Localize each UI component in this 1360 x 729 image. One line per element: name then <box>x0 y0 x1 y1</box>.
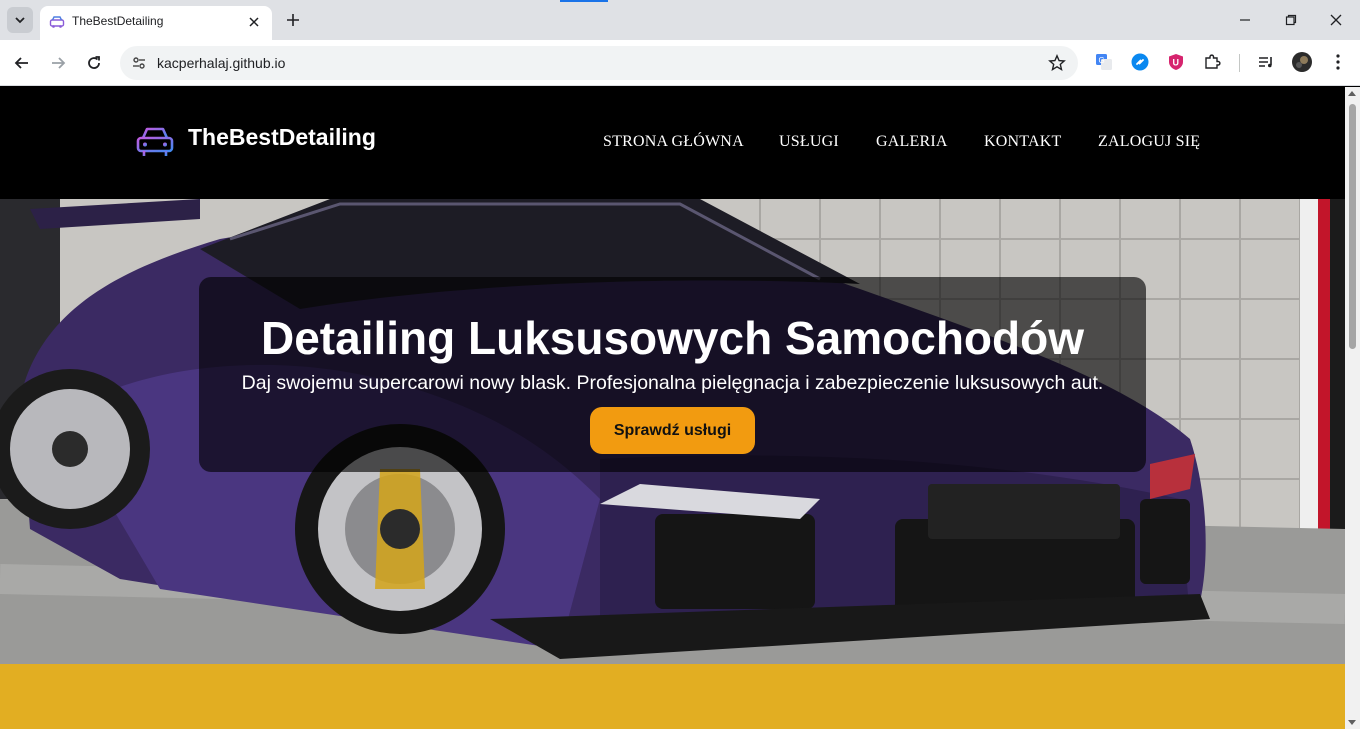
chevron-down-icon <box>15 17 25 24</box>
hero-subtitle: Daj swojemu supercarowi nowy blask. Prof… <box>241 372 1104 394</box>
browser-toolbar: kacperhalaj.github.io G U <box>0 40 1360 86</box>
translate-icon: G <box>1096 54 1112 70</box>
restore-button[interactable] <box>1277 6 1305 34</box>
services-section-band <box>0 664 1345 729</box>
chrome-menu-button[interactable] <box>1328 52 1348 72</box>
web-page: TheBestDetailing STRONA GŁÓWNA USŁUGI GA… <box>0 87 1345 729</box>
scroll-thumb[interactable] <box>1349 104 1356 349</box>
car-favicon-icon <box>49 16 65 28</box>
arrow-left-icon <box>14 57 28 69</box>
nav-services-link[interactable]: USŁUGI <box>779 133 839 151</box>
bookmark-star-icon[interactable] <box>1048 54 1066 72</box>
hero-title: Detailing Luksusowych Samochodów <box>260 312 1084 364</box>
puzzle-icon <box>1205 54 1221 69</box>
svg-text:G: G <box>1099 56 1105 65</box>
avatar-icon <box>1292 52 1312 72</box>
toolbar-separator <box>1239 54 1240 72</box>
profile-avatar[interactable] <box>1292 52 1312 72</box>
svg-text:U: U <box>1173 58 1180 68</box>
nav-home-link[interactable]: STRONA GŁÓWNA <box>603 133 744 151</box>
reload-icon <box>88 56 100 69</box>
plus-icon <box>287 14 299 26</box>
shazam-icon <box>1131 53 1149 71</box>
kebab-menu-icon <box>1336 54 1340 70</box>
ublock-extension[interactable]: U <box>1166 52 1186 72</box>
nav-gallery-link[interactable]: GALERIA <box>876 133 948 151</box>
translate-extension[interactable]: G <box>1094 52 1114 72</box>
nav-login-link[interactable]: ZALOGUJ SIĘ <box>1098 133 1200 151</box>
tab-title: TheBestDetailing <box>72 14 164 28</box>
minimize-icon <box>1240 19 1250 21</box>
shield-icon: U <box>1169 54 1183 70</box>
forward-button[interactable] <box>44 49 72 77</box>
close-window-button[interactable] <box>1322 6 1350 34</box>
services-cta-button[interactable]: Sprawdź usługi <box>590 407 755 454</box>
hero-section: Detailing Luksusowych Samochodów Daj swo… <box>0 199 1345 664</box>
close-icon <box>1330 14 1342 26</box>
back-button[interactable] <box>8 49 36 77</box>
url-text: kacperhalaj.github.io <box>157 55 286 71</box>
address-bar[interactable]: kacperhalaj.github.io <box>120 46 1078 80</box>
tab-accent-line <box>560 0 608 2</box>
restore-icon <box>1285 14 1297 26</box>
scroll-down-arrow-icon[interactable] <box>1348 720 1356 725</box>
shazam-extension[interactable] <box>1130 52 1150 72</box>
reload-button[interactable] <box>80 49 108 77</box>
arrow-right-icon <box>52 57 66 69</box>
minimize-button[interactable] <box>1231 6 1259 34</box>
scroll-up-arrow-icon[interactable] <box>1348 91 1356 96</box>
site-settings-icon <box>133 57 145 69</box>
extensions-button[interactable] <box>1202 52 1222 72</box>
nav-contact-link[interactable]: KONTAKT <box>984 133 1061 151</box>
tab-close-button[interactable] <box>244 12 264 32</box>
site-header: TheBestDetailing STRONA GŁÓWNA USŁUGI GA… <box>0 87 1345 199</box>
page-scrollbar[interactable] <box>1345 87 1360 729</box>
media-control-button[interactable] <box>1256 52 1276 72</box>
new-tab-button[interactable] <box>281 8 305 32</box>
browser-tab-bar: TheBestDetailing <box>0 0 1360 40</box>
main-nav: STRONA GŁÓWNA USŁUGI GALERIA KONTAKT ZAL… <box>0 133 1345 153</box>
browser-tab[interactable]: TheBestDetailing <box>40 6 272 40</box>
playlist-icon <box>1259 57 1272 68</box>
close-icon <box>249 17 259 27</box>
tab-search-button[interactable] <box>7 7 33 33</box>
hero-overlay: Detailing Luksusowych Samochodów Daj swo… <box>199 277 1146 472</box>
